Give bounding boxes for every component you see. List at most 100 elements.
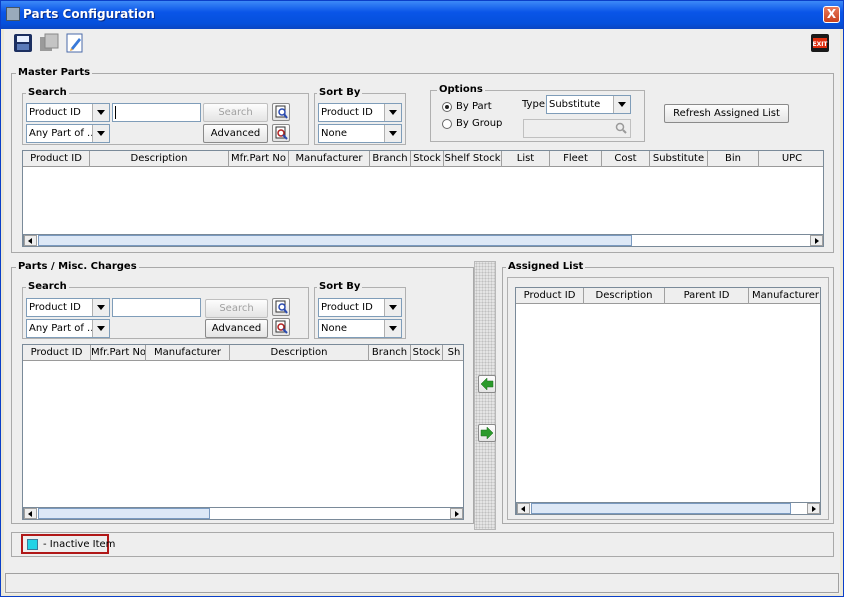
- column-header[interactable]: Mfr.Part No: [91, 345, 146, 361]
- advanced-find-icon[interactable]: [272, 124, 290, 142]
- column-header[interactable]: Description: [584, 288, 665, 304]
- misc-horizontal-scrollbar[interactable]: [23, 507, 463, 519]
- status-bar: [5, 573, 839, 593]
- inactive-legend: - Inactive Item: [21, 534, 115, 554]
- assigned-horizontal-scrollbar[interactable]: [516, 502, 820, 514]
- advanced-find-icon[interactable]: [272, 318, 290, 336]
- misc-search-field-select[interactable]: Product ID: [26, 298, 110, 317]
- scroll-left-icon[interactable]: [517, 503, 530, 514]
- copy-icon[interactable]: [39, 33, 59, 53]
- find-icon[interactable]: [272, 103, 290, 121]
- assigned-table-header: Product ID Description Parent ID Manufac…: [516, 288, 820, 304]
- scroll-right-icon[interactable]: [807, 503, 820, 514]
- inactive-color-swatch: [27, 539, 38, 550]
- type-lookup-input: [523, 119, 631, 138]
- by-part-radio[interactable]: [442, 102, 452, 112]
- column-header[interactable]: Description: [90, 151, 229, 167]
- column-header[interactable]: Shelf Stock: [444, 151, 502, 167]
- column-header[interactable]: Bin: [708, 151, 759, 167]
- master-search-button[interactable]: Search: [203, 103, 268, 122]
- column-header[interactable]: UPC: [759, 151, 823, 167]
- misc-sort-secondary-value: None: [321, 323, 348, 334]
- column-header[interactable]: Stock: [411, 151, 444, 167]
- master-sort-secondary-value: None: [321, 128, 348, 139]
- misc-search-input[interactable]: [112, 298, 201, 317]
- by-group-label: By Group: [456, 118, 503, 129]
- master-parts-table[interactable]: Product ID Description Mfr.Part No Manuf…: [22, 150, 824, 247]
- chevron-down-icon: [384, 299, 401, 316]
- column-header[interactable]: Branch: [370, 151, 411, 167]
- misc-table-header: Product ID Mfr.Part No Manufacturer Desc…: [23, 345, 463, 361]
- by-group-radio[interactable]: [442, 119, 452, 129]
- column-header[interactable]: Sh: [443, 345, 463, 361]
- type-label: Type: [522, 99, 545, 110]
- column-header[interactable]: Manufacturer: [146, 345, 230, 361]
- column-header[interactable]: Mfr.Part No: [229, 151, 289, 167]
- scroll-thumb[interactable]: [38, 235, 632, 246]
- refresh-assigned-list-button[interactable]: Refresh Assigned List: [664, 104, 789, 123]
- master-search-field-value: Product ID: [29, 107, 81, 118]
- master-search-field-select[interactable]: Product ID: [26, 103, 110, 122]
- window: Parts Configuration X EXIT Master Parts …: [0, 0, 844, 597]
- scroll-left-icon[interactable]: [24, 508, 37, 519]
- master-sort-primary-select[interactable]: Product ID: [318, 103, 402, 122]
- chevron-down-icon: [384, 104, 401, 121]
- inactive-legend-label: - Inactive Item: [43, 539, 116, 550]
- scroll-thumb[interactable]: [531, 503, 791, 514]
- column-header[interactable]: Branch: [369, 345, 411, 361]
- column-header[interactable]: Fleet: [550, 151, 602, 167]
- master-advanced-button[interactable]: Advanced: [203, 124, 268, 143]
- column-header[interactable]: Parent ID: [665, 288, 749, 304]
- column-header[interactable]: Substitute: [650, 151, 708, 167]
- misc-charges-table[interactable]: Product ID Mfr.Part No Manufacturer Desc…: [22, 344, 464, 520]
- master-search-input[interactable]: [112, 103, 201, 122]
- master-sort-secondary-select[interactable]: None: [318, 124, 402, 143]
- scroll-right-icon[interactable]: [810, 235, 823, 246]
- chevron-down-icon: [92, 104, 109, 121]
- column-header[interactable]: Cost: [602, 151, 650, 167]
- scroll-left-icon[interactable]: [24, 235, 37, 246]
- master-sort-label: Sort By: [317, 87, 363, 99]
- misc-advanced-button[interactable]: Advanced: [205, 319, 268, 338]
- save-icon[interactable]: [13, 33, 33, 53]
- move-right-arrow-icon[interactable]: [478, 424, 496, 442]
- scroll-thumb[interactable]: [38, 508, 210, 519]
- scroll-right-icon[interactable]: [450, 508, 463, 519]
- misc-search-label: Search: [26, 281, 69, 293]
- master-search-match-value: Any Part of ...: [29, 128, 97, 139]
- column-header[interactable]: List: [502, 151, 550, 167]
- type-value: Substitute: [549, 99, 601, 110]
- misc-sort-primary-value: Product ID: [321, 302, 373, 313]
- column-header[interactable]: Product ID: [23, 345, 91, 361]
- exit-button[interactable]: EXIT: [810, 33, 830, 53]
- column-header[interactable]: Product ID: [23, 151, 90, 167]
- by-part-label: By Part: [456, 101, 492, 112]
- search-icon: [615, 122, 627, 134]
- chevron-down-icon: [384, 320, 401, 337]
- column-header[interactable]: Product ID: [516, 288, 584, 304]
- column-header[interactable]: Description: [230, 345, 369, 361]
- close-button[interactable]: X: [823, 6, 840, 23]
- master-horizontal-scrollbar[interactable]: [23, 234, 823, 246]
- window-title: Parts Configuration: [23, 7, 155, 21]
- move-left-arrow-icon[interactable]: [478, 375, 496, 393]
- chevron-down-icon: [384, 125, 401, 142]
- title-bar[interactable]: Parts Configuration X: [1, 1, 843, 29]
- find-icon[interactable]: [272, 298, 290, 316]
- column-header[interactable]: Manufacturer: [289, 151, 370, 167]
- edit-icon[interactable]: [65, 33, 85, 53]
- text-cursor: [115, 106, 116, 119]
- master-sort-primary-value: Product ID: [321, 107, 373, 118]
- column-header[interactable]: Stock: [411, 345, 443, 361]
- assigned-list-table[interactable]: Product ID Description Parent ID Manufac…: [515, 287, 821, 515]
- exit-label: EXIT: [812, 41, 828, 48]
- misc-search-button[interactable]: Search: [205, 299, 268, 318]
- legend-bar: [11, 532, 834, 557]
- misc-sort-primary-select[interactable]: Product ID: [318, 298, 402, 317]
- master-table-header: Product ID Description Mfr.Part No Manuf…: [23, 151, 823, 167]
- misc-sort-secondary-select[interactable]: None: [318, 319, 402, 338]
- column-header[interactable]: Manufacturer: [749, 288, 820, 304]
- misc-search-match-select[interactable]: Any Part of ...: [26, 319, 110, 338]
- master-search-match-select[interactable]: Any Part of ...: [26, 124, 110, 143]
- type-select[interactable]: Substitute: [546, 95, 631, 114]
